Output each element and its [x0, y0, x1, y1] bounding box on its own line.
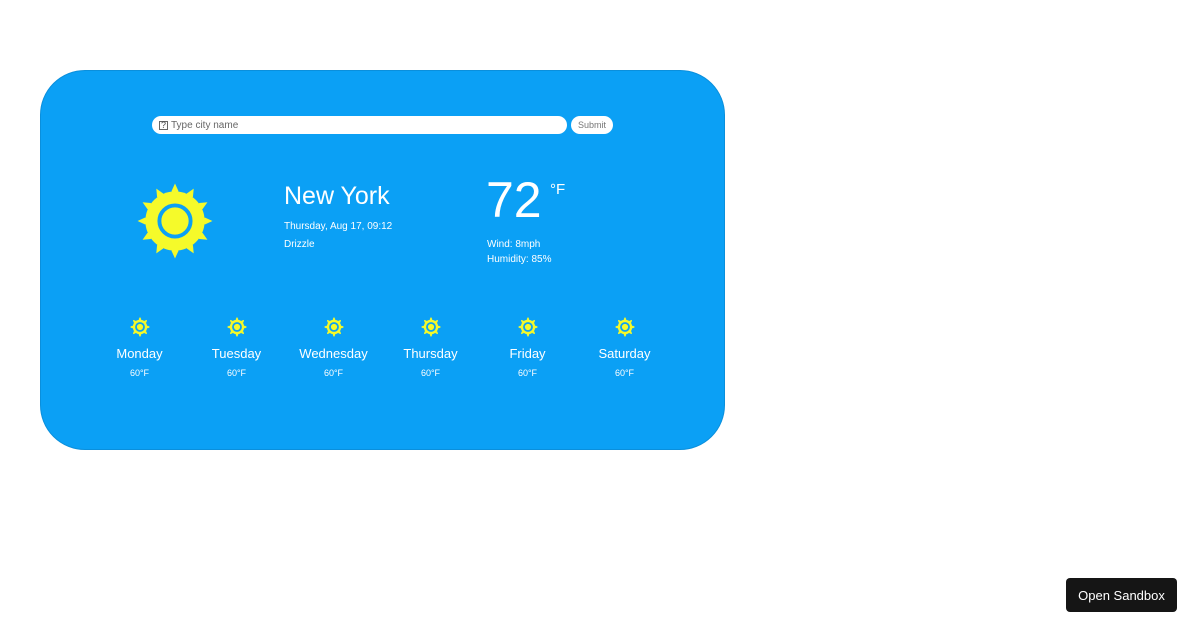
- sun-icon: [420, 317, 441, 337]
- sun-icon: [226, 317, 247, 337]
- forecast-temperature: 60°F: [420, 368, 441, 378]
- city-name: New York: [284, 182, 390, 210]
- submit-button[interactable]: Submit: [571, 116, 614, 134]
- sun-icon: [137, 183, 213, 259]
- search-input[interactable]: [171, 119, 551, 131]
- forecast-temperature: 60°F: [323, 368, 344, 378]
- forecast-temperature: 60°F: [517, 368, 538, 378]
- forecast-list: Monday 60°F Tuesday 60°F Wednesday 60°F …: [91, 317, 673, 378]
- wind-speed: Wind: 8mph: [487, 239, 541, 250]
- sun-icon: [517, 317, 538, 337]
- date-time: Thursday, Aug 17, 09:12: [284, 221, 393, 232]
- forecast-temperature: 60°F: [129, 368, 150, 378]
- search-icon: ?: [159, 119, 168, 130]
- forecast-day: Thursday 60°F: [382, 317, 479, 378]
- temperature-unit: °F: [550, 181, 566, 198]
- forecast-day-label: Saturday: [598, 346, 651, 361]
- search-field[interactable]: ?: [152, 116, 567, 134]
- forecast-day-label: Thursday: [403, 346, 458, 361]
- sun-icon: [614, 317, 635, 337]
- weather-description: Drizzle: [284, 239, 315, 250]
- forecast-day-label: Monday: [116, 346, 163, 361]
- forecast-temperature: 60°F: [226, 368, 247, 378]
- current-temperature: 72: [486, 172, 542, 228]
- forecast-day: Wednesday 60°F: [285, 317, 382, 378]
- forecast-day-label: Tuesday: [211, 346, 262, 361]
- sun-icon: [323, 317, 344, 337]
- forecast-day: Tuesday 60°F: [188, 317, 285, 378]
- open-sandbox-button[interactable]: Open Sandbox: [1066, 578, 1177, 612]
- forecast-day-label: Wednesday: [299, 346, 368, 361]
- forecast-day: Saturday 60°F: [576, 317, 673, 378]
- sun-icon: [129, 317, 150, 337]
- weather-card: ? Submit New York Thursday, Aug 17, 09:1…: [40, 70, 725, 450]
- humidity: Humidity: 85%: [487, 254, 552, 265]
- forecast-temperature: 60°F: [614, 368, 635, 378]
- forecast-day-label: Friday: [509, 346, 546, 361]
- search-bar: ? Submit: [152, 116, 614, 134]
- forecast-day: Monday 60°F: [91, 317, 188, 378]
- forecast-day: Friday 60°F: [479, 317, 576, 378]
